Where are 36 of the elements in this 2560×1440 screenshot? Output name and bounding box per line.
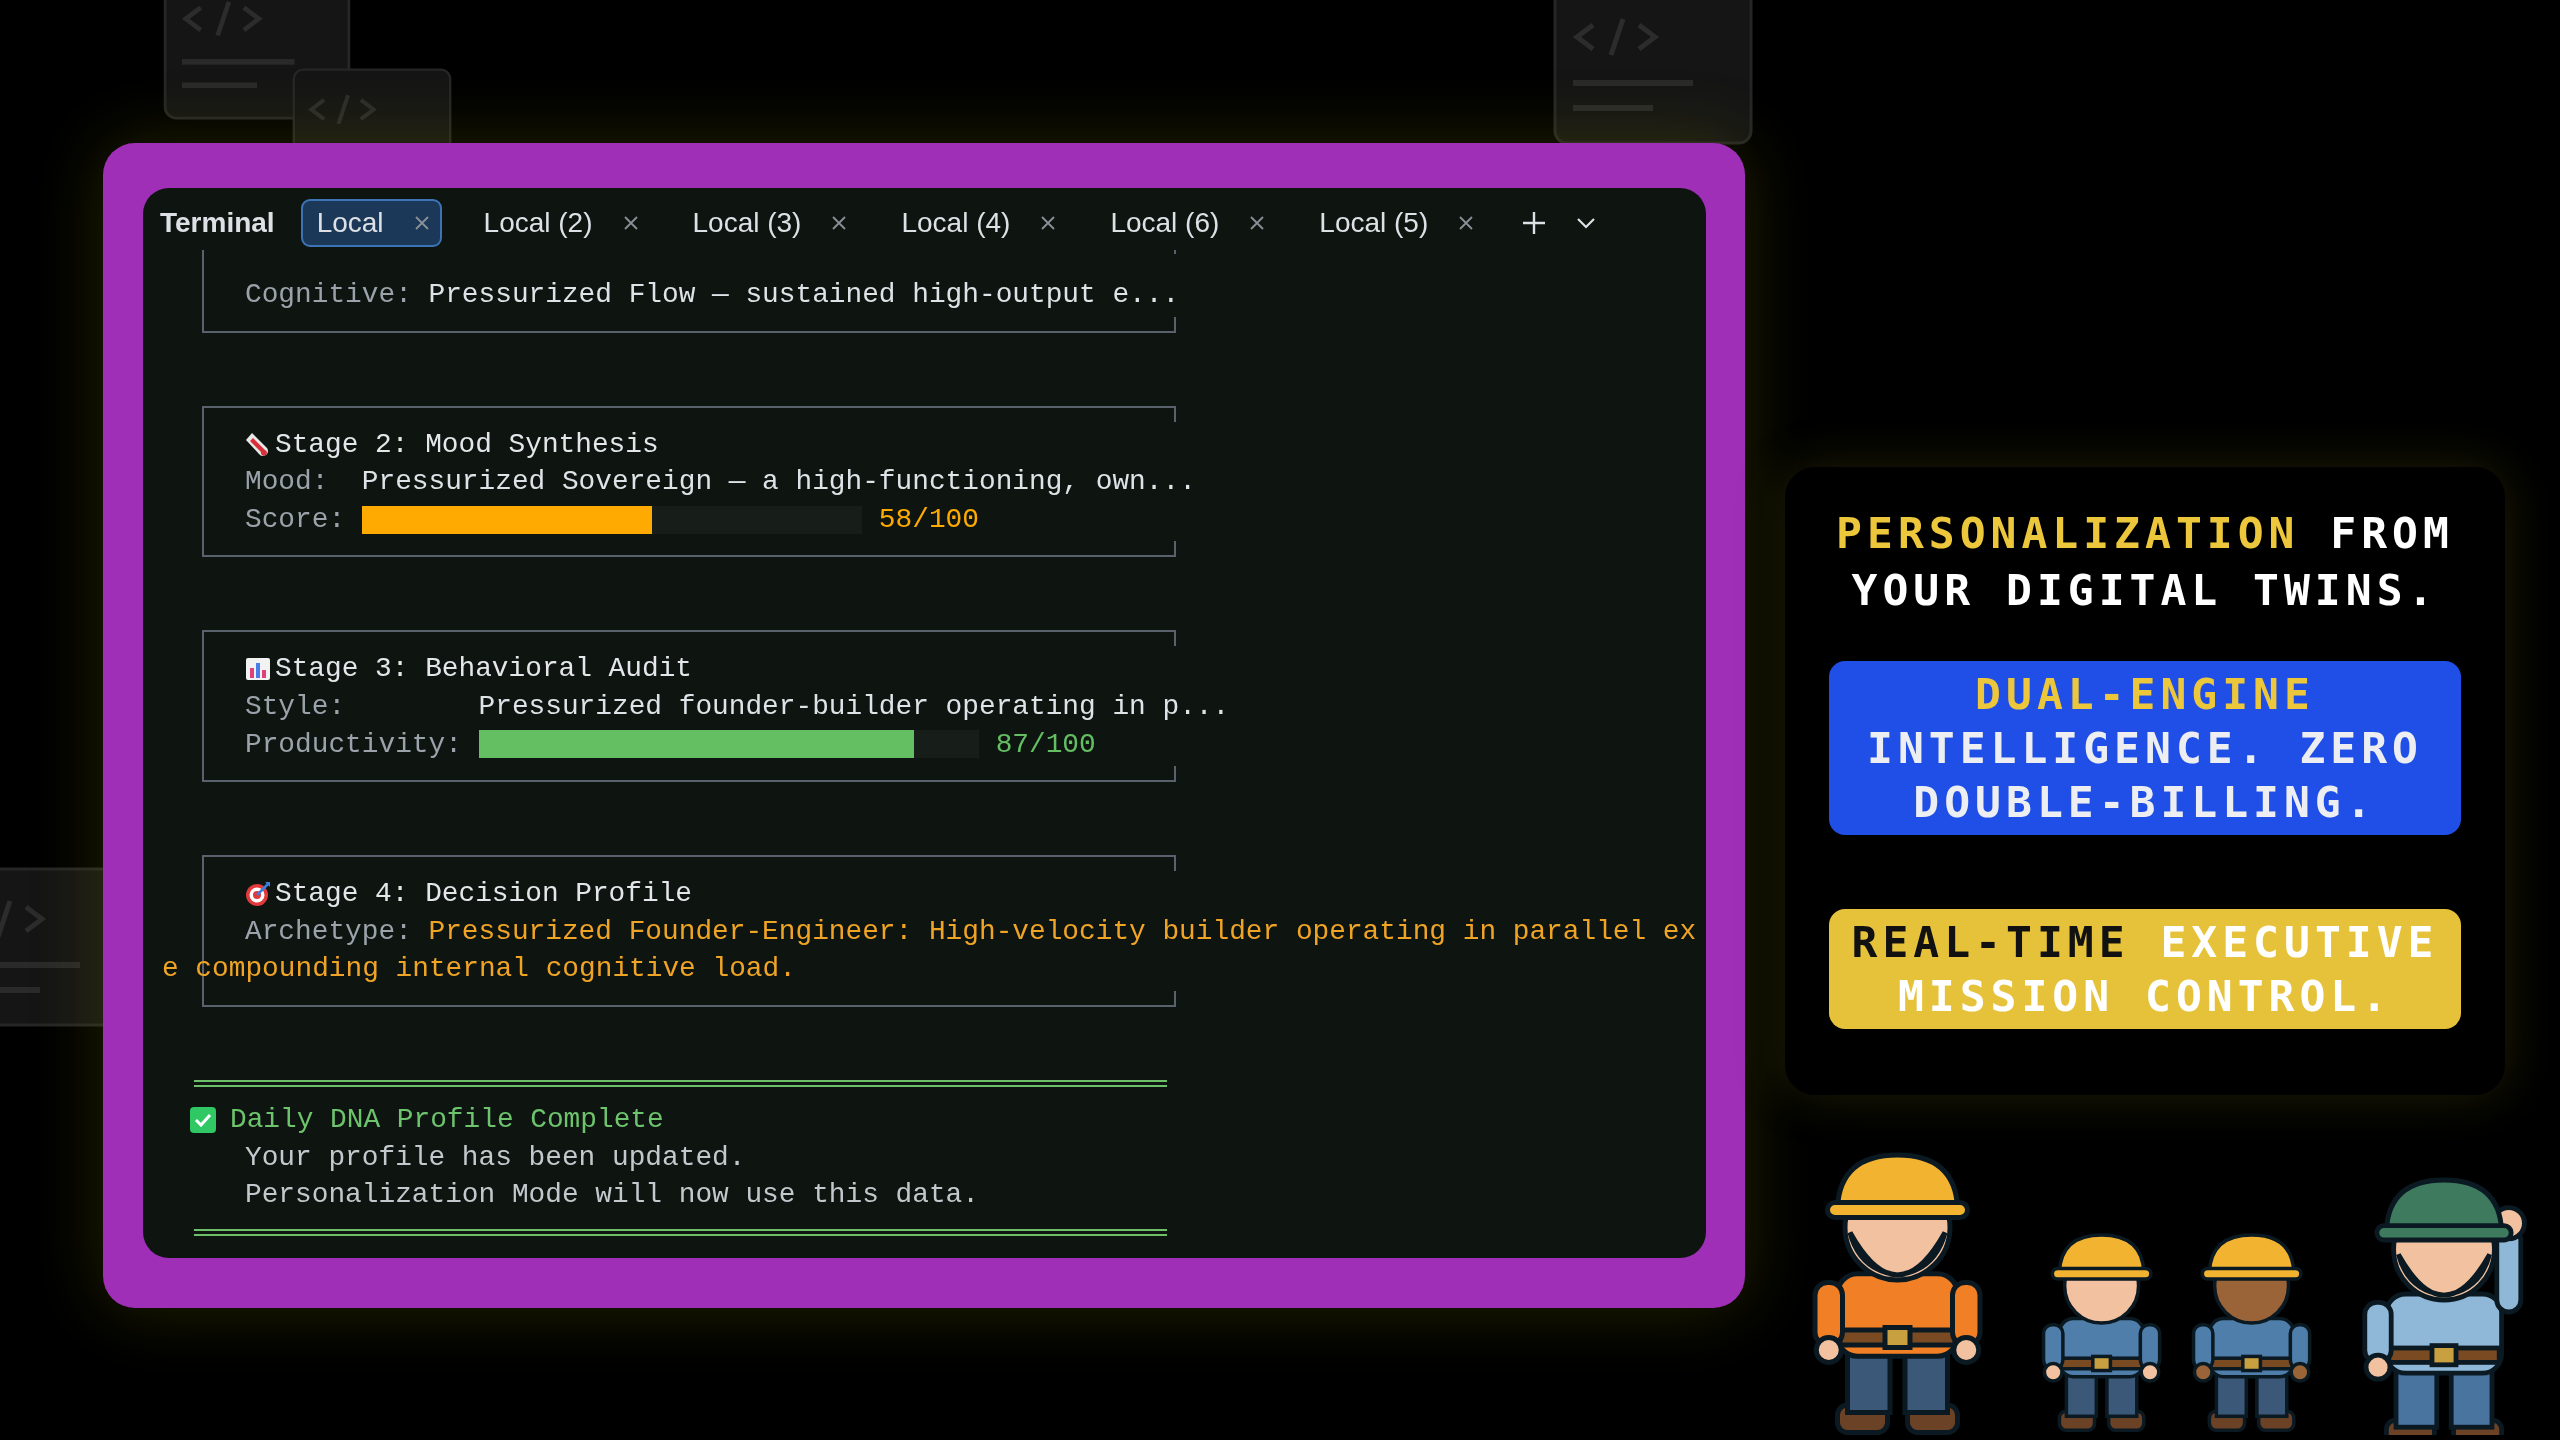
score-reading: 87/100 <box>995 727 1096 762</box>
close-icon[interactable] <box>622 214 639 231</box>
feature-badge: REAL-TIME EXECUTIVE MISSION CONTROL. <box>1829 909 2461 1029</box>
message-line: Your profile has been updated. <box>244 1140 747 1175</box>
terminal-tab[interactable]: Local (2) <box>467 198 651 247</box>
completion-title: Daily DNA Profile Complete <box>230 1102 664 1137</box>
close-icon[interactable] <box>1040 214 1057 231</box>
stage-title: Stage 4: Decision Profile <box>275 877 693 912</box>
field-value: Pressurized Founder-Engineer: High-velocity builder operating in parallel ex <box>428 914 1697 949</box>
message-line: Personalization Mode will now use this data. <box>244 1178 980 1213</box>
panel-title: Terminal <box>160 206 275 239</box>
score-reading: 58/100 <box>878 502 979 537</box>
field-value: Pressurized founder-builder operating in p... <box>478 689 1230 724</box>
stage-title: Stage 3: Behavioral Audit <box>275 652 693 687</box>
terminal-tab[interactable]: Local (6) <box>1094 198 1278 247</box>
terminal-tab[interactable]: Local <box>300 198 442 247</box>
field-label: Productivity: <box>245 727 463 762</box>
close-icon[interactable] <box>1458 214 1475 231</box>
field-label: Mood: <box>245 465 330 500</box>
terminal-tab[interactable]: Local (5) <box>1303 198 1487 247</box>
field-label: Cognitive: <box>245 278 413 312</box>
feature-badge: DUAL-ENGINE INTELLIGENCE. ZERO DOUBLE-BILLING. <box>1829 661 2461 835</box>
field-label: Score: <box>245 502 347 537</box>
close-icon[interactable] <box>831 214 848 231</box>
target-icon <box>244 879 272 908</box>
headline-text: PERSONALIZATION FROM YOUR DIGITAL TWINS. <box>1835 507 2455 617</box>
close-icon[interactable] <box>413 214 430 231</box>
terminal-tab[interactable]: Local (4) <box>885 198 1069 247</box>
close-icon[interactable] <box>1249 214 1266 231</box>
field-value: Pressurized Sovereign — a high-functioning, own... <box>361 465 1196 500</box>
field-label: Style: <box>245 689 347 724</box>
field-label: Archetype: <box>245 914 413 949</box>
stage-title: Stage 2: Mood Synthesis <box>275 427 659 462</box>
wrapped-value: e compounding internal cognitive load. <box>162 952 797 987</box>
terminal-tab[interactable]: Local (3) <box>676 198 860 247</box>
field-value: Pressurized Flow — sustained high-output e... <box>428 278 1180 312</box>
